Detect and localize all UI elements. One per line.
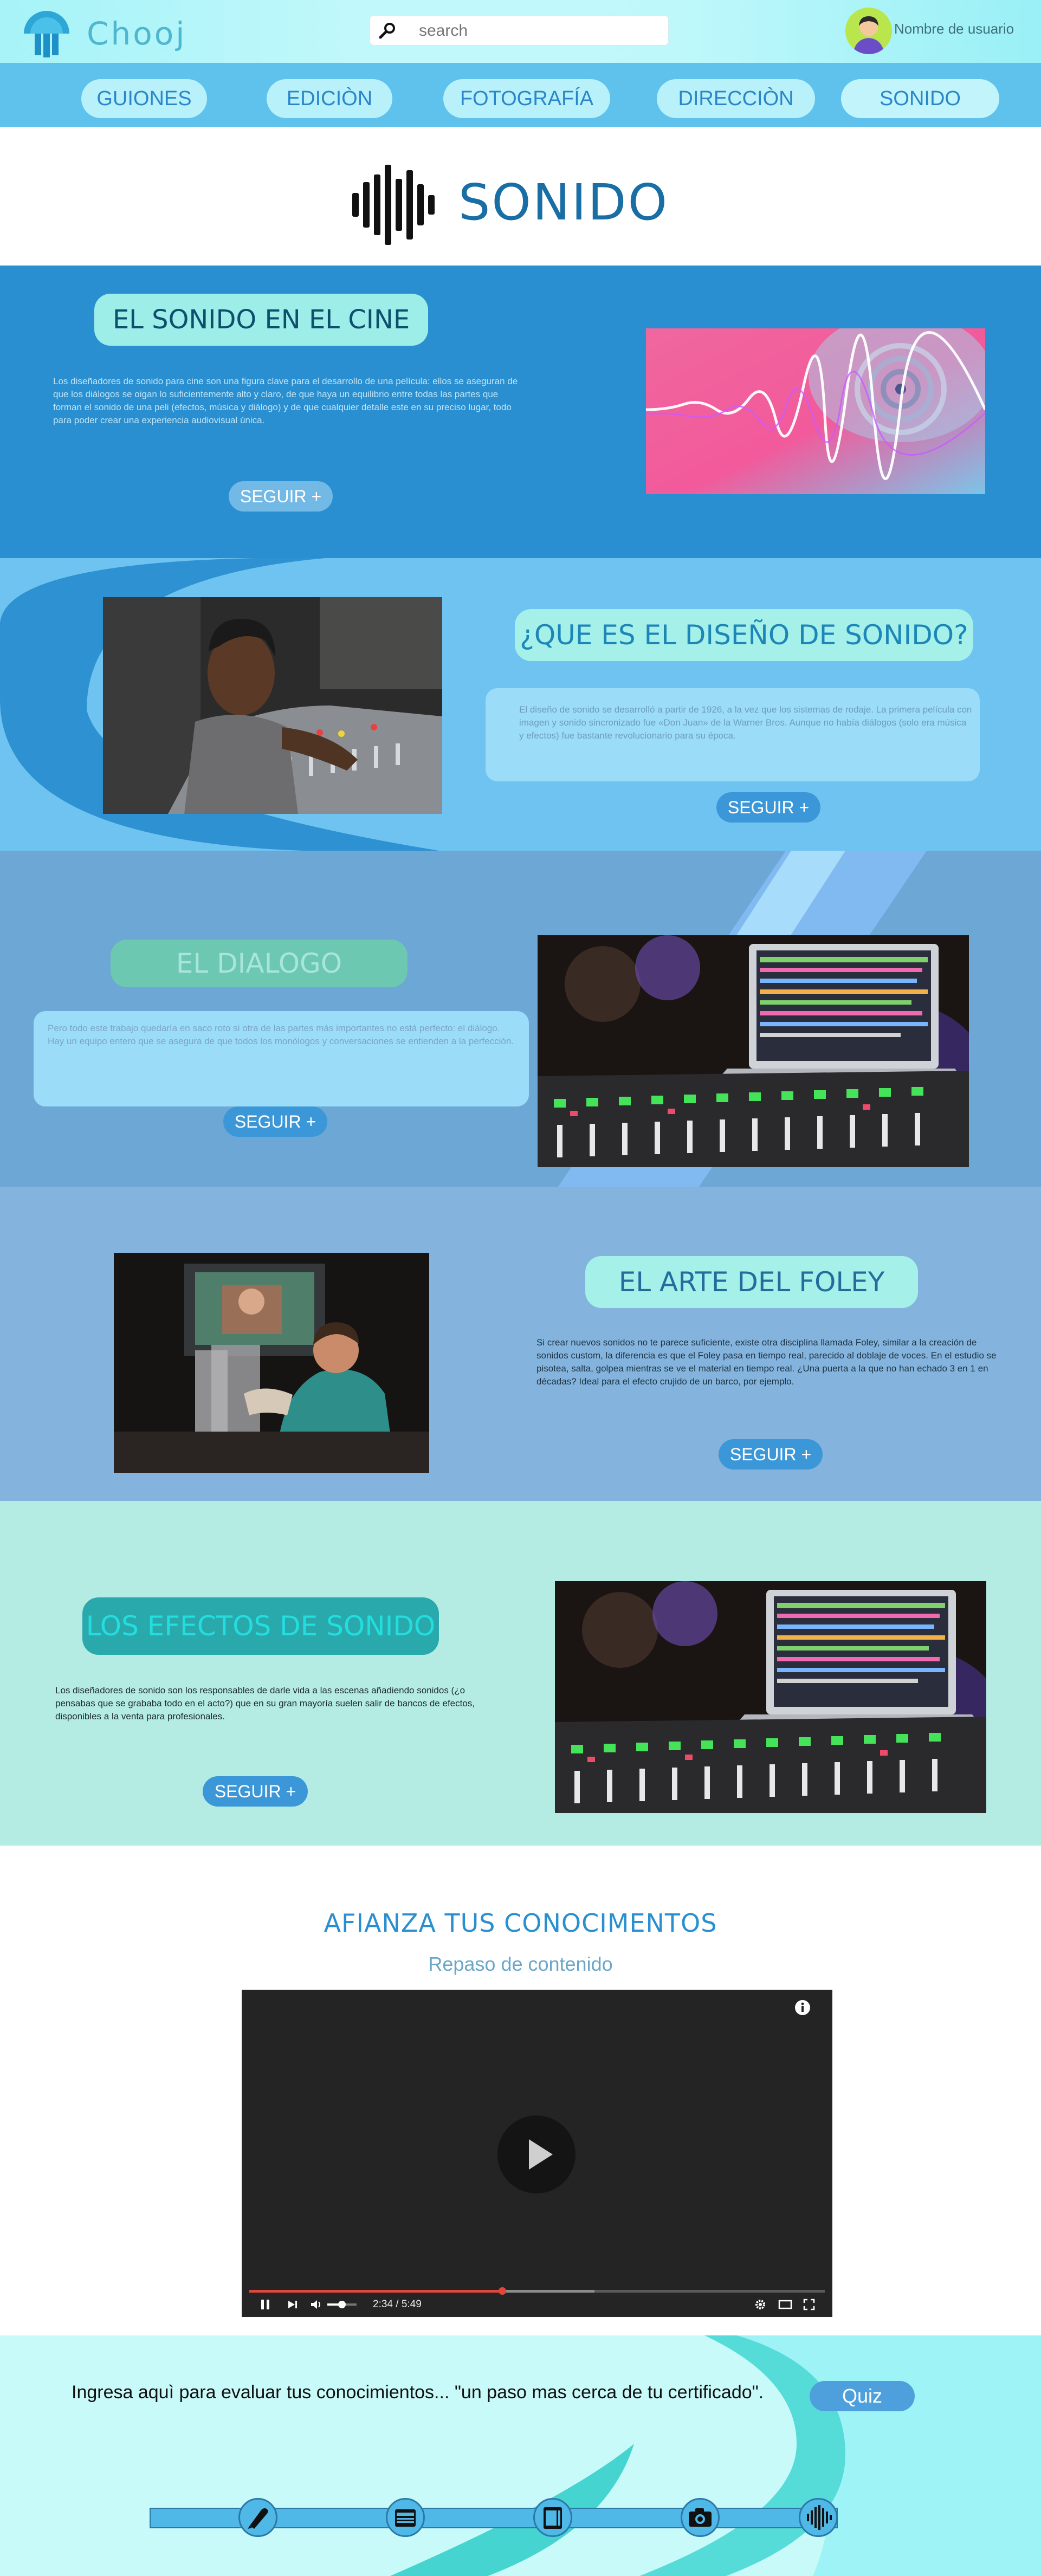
- user-avatar-icon: [845, 8, 892, 54]
- video-section-subtitle: Repaso de contenido: [428, 1953, 613, 1975]
- main-nav: GUIONES EDICIÒN FOTOGRAFÍA DIRECCIÒN SON…: [0, 63, 1041, 127]
- section-diseno: ¿QUE ES EL DISEÑO DE SONIDO? El diseño d…: [0, 558, 1041, 851]
- video-timeline[interactable]: [249, 2287, 825, 2295]
- step-guiones[interactable]: [238, 2498, 277, 2537]
- step-sonido[interactable]: [799, 2498, 838, 2537]
- section-title: EL SONIDO EN EL CINE: [94, 294, 428, 346]
- section-foley: EL ARTE DEL FOLEY Si crear nuevos sonido…: [0, 1187, 1041, 1501]
- fullscreen-icon[interactable]: [803, 2299, 815, 2310]
- nav-item-sonido[interactable]: SONIDO: [841, 79, 999, 118]
- nav-item-direccion[interactable]: DIRECCIÒN: [657, 79, 815, 118]
- sound-wave-icon: [352, 165, 435, 245]
- section-dialogo: EL DIALOGO Pero todo este trabajo quedar…: [0, 851, 1041, 1187]
- video-played-bar: [249, 2290, 503, 2293]
- header: Chooj Nombre de usuario: [0, 0, 1041, 63]
- info-icon[interactable]: [794, 1999, 811, 2016]
- video-player[interactable]: 2:34 / 5:49: [242, 1990, 832, 2317]
- nav-item-guiones[interactable]: GUIONES: [81, 79, 207, 118]
- mixing-console-photo-2: [555, 1581, 986, 1813]
- volume-slider[interactable]: [327, 2301, 357, 2308]
- section-text: El diseño de sonido se desarrolló a part…: [519, 704, 972, 741]
- seguir-button[interactable]: SEGUIR +: [716, 792, 820, 823]
- seguir-button[interactable]: SEGUIR +: [719, 1439, 823, 1470]
- nav-item-fotografia[interactable]: FOTOGRAFÍA: [443, 79, 610, 118]
- volume-icon[interactable]: [310, 2299, 323, 2310]
- pause-icon[interactable]: [260, 2299, 271, 2310]
- video-time: 2:34 / 5:49: [373, 2299, 422, 2310]
- editing-icon: [544, 2507, 562, 2529]
- section-title: ¿QUE ES EL DISEÑO DE SONIDO?: [515, 609, 973, 661]
- sound-engineer-photo: [103, 597, 442, 814]
- theater-mode-icon[interactable]: [778, 2300, 792, 2309]
- search-input[interactable]: [419, 20, 657, 42]
- sound-wave-step-icon: [807, 2505, 832, 2530]
- seguir-button[interactable]: SEGUIR +: [203, 1776, 308, 1807]
- section-text: Los diseñadores de sonido son los respon…: [55, 1685, 475, 1721]
- film-clapper-icon: [395, 2509, 416, 2527]
- logo-text[interactable]: Chooj: [87, 15, 186, 52]
- video-scrubber[interactable]: [499, 2287, 507, 2295]
- footer: [0, 2335, 1041, 2576]
- section-text: Si crear nuevos sonidos no te parece suf…: [536, 1337, 997, 1387]
- user-name[interactable]: Nombre de usuario: [894, 21, 1014, 37]
- mixing-console-photo: [538, 935, 969, 1167]
- sound-wave-photo: [646, 328, 985, 494]
- pen-icon: [248, 2508, 268, 2529]
- step-edicion[interactable]: [386, 2498, 425, 2537]
- section-cine: EL SONIDO EN EL CINE Los diseñadores de …: [0, 266, 1041, 558]
- section-title: EL ARTE DEL FOLEY: [585, 1256, 918, 1308]
- avatar[interactable]: [845, 8, 892, 54]
- settings-gear-icon[interactable]: [754, 2299, 766, 2310]
- video-section-title: AFIANZA TUS CONOCIMENTOS: [324, 1908, 717, 1938]
- logo-icon[interactable]: [21, 9, 73, 57]
- nav-item-edicion[interactable]: EDICIÒN: [267, 79, 392, 118]
- quiz-invite-text: Ingresa aquì para evaluar tus conocimien…: [72, 2382, 764, 2403]
- section-title: EL DIALOGO: [111, 940, 408, 987]
- seguir-button[interactable]: SEGUIR +: [229, 481, 333, 512]
- section-text: Pero todo este trabajo quedaría en saco …: [48, 1023, 514, 1046]
- quiz-button[interactable]: Quiz: [810, 2381, 915, 2411]
- play-icon[interactable]: [497, 2115, 576, 2193]
- search-icon: [379, 23, 395, 39]
- page-title: SONIDO: [458, 173, 669, 231]
- foley-artist-photo: [114, 1253, 429, 1473]
- next-icon[interactable]: [287, 2300, 298, 2309]
- seguir-button[interactable]: SEGUIR +: [223, 1106, 327, 1137]
- footer-decoration: [0, 2335, 1041, 2576]
- step-direccion[interactable]: [681, 2498, 720, 2537]
- camera-icon: [689, 2508, 712, 2527]
- step-fotografia[interactable]: [533, 2498, 572, 2537]
- search-box[interactable]: [370, 15, 669, 46]
- section-efectos: LOS EFECTOS DE SONIDO Los diseñadores de…: [0, 1501, 1041, 1846]
- section-text: Los diseñadores de sonido para cine son …: [53, 376, 518, 425]
- section-title: LOS EFECTOS DE SONIDO: [82, 1597, 439, 1655]
